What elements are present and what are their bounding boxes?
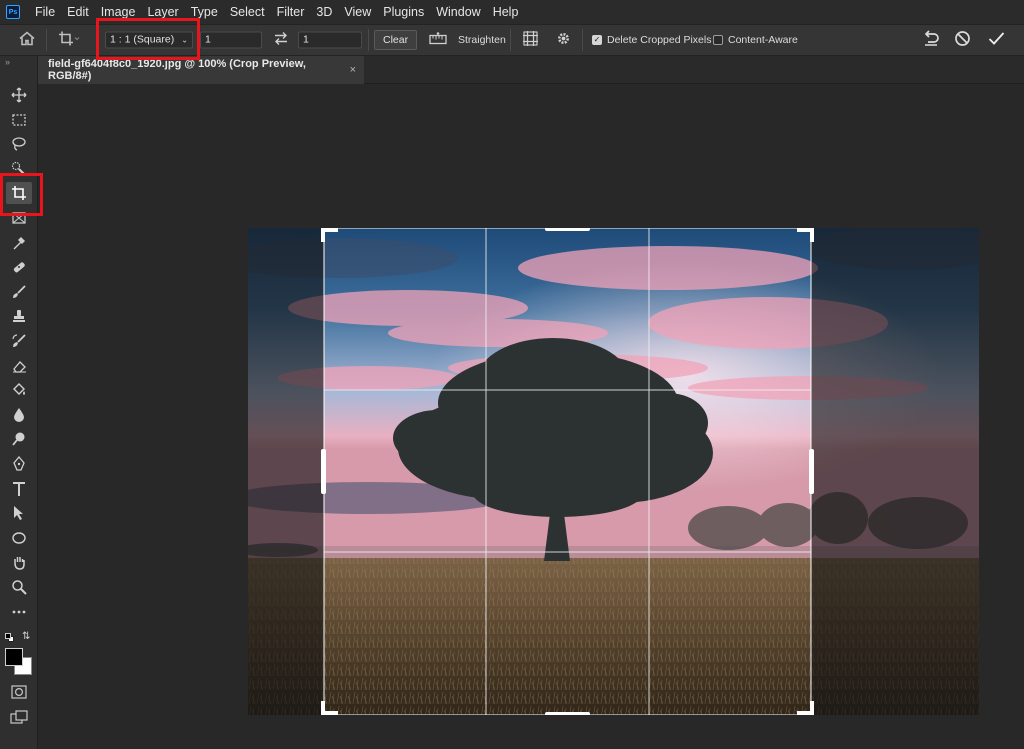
menu-edit[interactable]: Edit (61, 5, 95, 19)
home-icon[interactable] (18, 31, 36, 50)
content-aware-checkbox[interactable]: Content-Aware (713, 34, 798, 46)
content-aware-label: Content-Aware (728, 34, 798, 46)
menu-help[interactable]: Help (487, 5, 525, 19)
canvas-area[interactable] (39, 85, 1024, 749)
collapse-panel-icon[interactable]: » (5, 57, 10, 67)
highlight-crop-tool (0, 173, 43, 216)
quick-mask-icon[interactable] (11, 685, 27, 704)
menu-file[interactable]: File (29, 5, 61, 19)
commit-icon[interactable] (988, 31, 1005, 49)
overlay-grid-icon[interactable] (522, 30, 539, 50)
delete-cropped-pixels-label: Delete Cropped Pixels (607, 34, 712, 46)
cancel-icon[interactable] (954, 30, 971, 50)
swap-colors-icon[interactable]: ⇅ (22, 631, 30, 642)
crop-height-input[interactable]: 1 (298, 31, 362, 49)
menu-layer[interactable]: Layer (141, 5, 184, 19)
brush-icon[interactable] (6, 281, 32, 303)
checkbox-checked-icon: ✓ (592, 35, 602, 45)
delete-cropped-pixels-checkbox[interactable]: ✓ Delete Cropped Pixels (592, 34, 711, 46)
highlight-aspect-ratio (96, 18, 200, 60)
menu-3d[interactable]: 3D (310, 5, 338, 19)
more-tools-icon[interactable] (6, 601, 32, 623)
menu-filter[interactable]: Filter (271, 5, 311, 19)
document-title: field-gf6404f8c0_1920.jpg @ 100% (Crop P… (48, 58, 306, 82)
menu-view[interactable]: View (338, 5, 377, 19)
document-tab-bar: field-gf6404f8c0_1920.jpg @ 100% (Crop P… (38, 56, 1024, 84)
menu-plugins[interactable]: Plugins (377, 5, 430, 19)
checkbox-unchecked-icon (713, 35, 723, 45)
dodge-icon[interactable] (6, 428, 32, 450)
lasso-icon[interactable] (6, 133, 32, 155)
menu-image[interactable]: Image (95, 5, 142, 19)
blur-icon[interactable] (6, 404, 32, 426)
photoshop-logo: Ps (6, 5, 20, 19)
pen-icon[interactable] (6, 453, 32, 475)
type-icon[interactable] (6, 478, 32, 500)
default-colors-icon[interactable] (5, 633, 14, 642)
swap-dimensions-icon[interactable] (273, 32, 289, 49)
document-tab[interactable]: field-gf6404f8c0_1920.jpg @ 100% (Crop P… (38, 56, 364, 84)
hand-icon[interactable] (6, 551, 32, 573)
divider (582, 29, 583, 51)
gear-icon[interactable] (556, 31, 571, 49)
reset-icon[interactable] (922, 30, 940, 50)
close-icon[interactable]: × (350, 64, 356, 76)
divider (46, 29, 47, 51)
screen-mode-icon[interactable] (10, 710, 28, 729)
stamp-icon[interactable] (6, 305, 32, 327)
crop-preview[interactable] (248, 228, 979, 715)
move-icon[interactable] (6, 84, 32, 106)
crop-preset-icon[interactable] (58, 31, 80, 50)
menu-select[interactable]: Select (224, 5, 271, 19)
crop-width-input[interactable]: 1 (200, 31, 262, 49)
clear-button[interactable]: Clear (374, 30, 418, 50)
foreground-color-swatch[interactable] (5, 648, 23, 666)
straighten-label[interactable]: Straighten (458, 34, 506, 46)
ellipse-icon[interactable] (6, 527, 32, 549)
menu-type[interactable]: Type (185, 5, 224, 19)
history-brush-icon[interactable] (6, 330, 32, 352)
marquee-icon[interactable] (6, 109, 32, 131)
divider (368, 29, 369, 51)
tools-panel: » ⇅ (0, 56, 38, 749)
straighten-icon[interactable] (429, 32, 447, 49)
divider (510, 29, 511, 51)
paint-bucket-icon[interactable] (6, 379, 32, 401)
healing-icon[interactable] (6, 256, 32, 278)
eraser-icon[interactable] (6, 355, 32, 377)
menu-window[interactable]: Window (430, 5, 486, 19)
zoom-icon[interactable] (6, 576, 32, 598)
eyedropper-icon[interactable] (6, 232, 32, 254)
path-select-icon[interactable] (6, 502, 32, 524)
